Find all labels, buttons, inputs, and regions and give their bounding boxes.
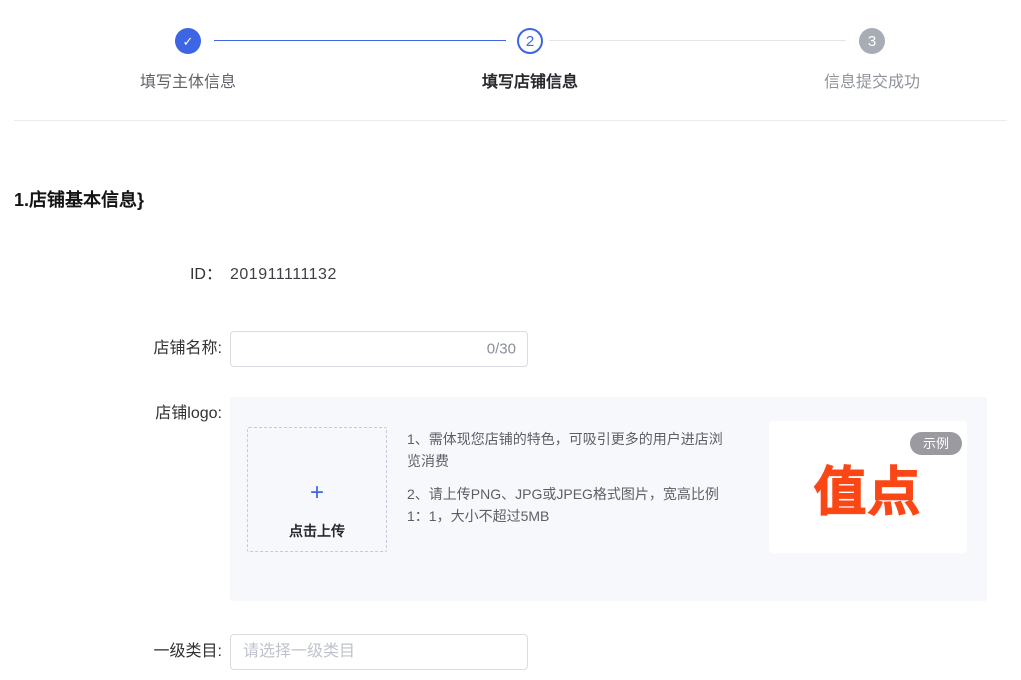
category-input-wrap [230, 634, 528, 670]
shop-name-row: 店铺名称: 0/30 [0, 331, 528, 367]
step-label: 填写主体信息 [140, 68, 236, 92]
section-title: 1.店铺基本信息} [14, 186, 144, 212]
step-number-icon: 3 [859, 28, 885, 54]
logo-tips: 1、需体现您店铺的特色，可吸引更多的用户进店浏览消费 2、请上传PNG、JPG或… [407, 428, 735, 527]
upload-text: 点击上传 [248, 521, 386, 541]
shop-logo-label: 店铺logo: [0, 397, 222, 424]
shop-name-input[interactable] [230, 331, 528, 367]
example-badge: 示例 [910, 432, 962, 455]
header-divider [14, 120, 1007, 121]
step-label: 填写店铺信息 [482, 68, 578, 92]
category-row: 一级类目: [0, 634, 528, 670]
category-label: 一级类目: [0, 634, 222, 670]
shop-name-input-wrap: 0/30 [230, 331, 528, 367]
category-input[interactable] [230, 634, 528, 670]
step-number-icon: 2 [517, 28, 543, 54]
example-card: 值点 示例 [769, 421, 967, 553]
id-label: ID： [0, 265, 222, 285]
step-connector-done [214, 40, 506, 41]
check-icon: ✓ [175, 28, 201, 54]
stepper: ✓ 填写主体信息 2 填写店铺信息 3 信息提交成功 [0, 0, 1021, 120]
shop-logo-row: 店铺logo: + 点击上传 1、需体现您店铺的特色，可吸引更多的用户进店浏览消… [0, 397, 987, 601]
stepper-step-3: 3 信息提交成功 [824, 28, 920, 92]
logo-upload-box[interactable]: + 点击上传 [247, 427, 387, 552]
step-label: 信息提交成功 [824, 68, 920, 92]
shop-name-label: 店铺名称: [0, 331, 222, 367]
step-connector-pending [549, 40, 846, 41]
logo-tip-1: 1、需体现您店铺的特色，可吸引更多的用户进店浏览消费 [407, 428, 735, 472]
logo-tip-2: 2、请上传PNG、JPG或JPEG格式图片，宽高比例1：1，大小不超过5MB [407, 483, 735, 527]
logo-panel: + 点击上传 1、需体现您店铺的特色，可吸引更多的用户进店浏览消费 2、请上传P… [230, 397, 987, 601]
stepper-step-2: 2 填写店铺信息 [482, 28, 578, 92]
id-row: ID： 201911111132 [0, 265, 337, 285]
id-value: 201911111132 [230, 266, 337, 284]
stepper-step-1: ✓ 填写主体信息 [140, 28, 236, 92]
